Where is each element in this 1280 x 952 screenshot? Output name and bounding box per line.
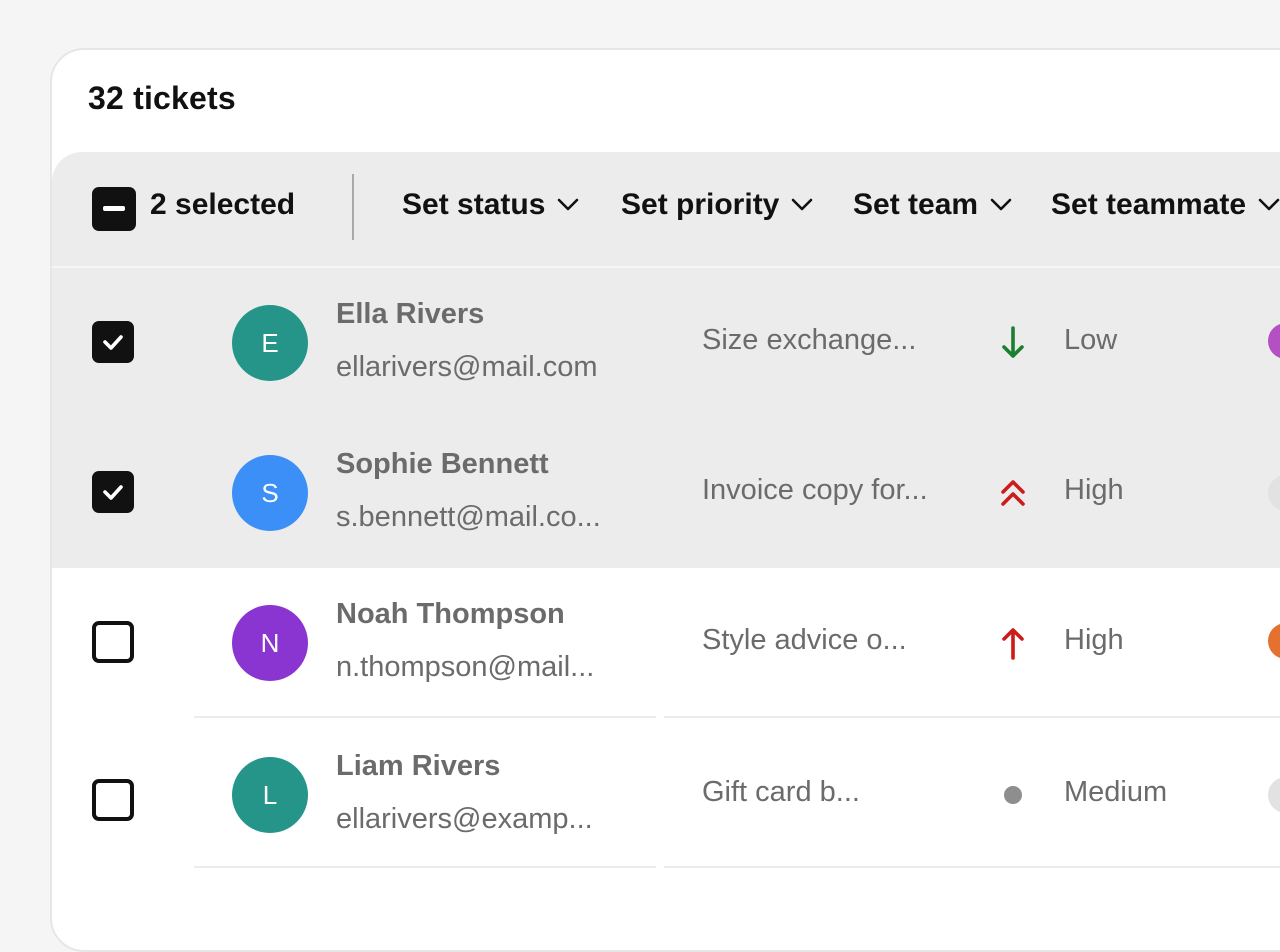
- assignee-avatar: [1268, 323, 1280, 359]
- chevron-down-icon: [792, 198, 813, 211]
- double-chevron-up-icon: [996, 473, 1030, 513]
- set-teammate-label: Set teammate: [1051, 188, 1247, 221]
- set-status-dropdown[interactable]: Set status: [402, 188, 579, 222]
- select-all-checkbox[interactable]: [92, 187, 136, 231]
- toolbar-divider: [352, 174, 354, 240]
- ticket-subject: Invoice copy for...: [702, 474, 928, 506]
- customer-email: s.bennett@mail.co...: [336, 501, 601, 533]
- customer-email: n.thompson@mail...: [336, 651, 595, 683]
- row-divider: [664, 866, 950, 868]
- set-teammate-dropdown[interactable]: Set teammate: [1051, 188, 1280, 222]
- tickets-panel: 32 tickets 2 selected Set status Set pri…: [50, 48, 1280, 952]
- set-team-dropdown[interactable]: Set team: [853, 188, 1012, 222]
- row-checkbox[interactable]: [92, 779, 134, 821]
- ticket-count-title: 32 tickets: [88, 80, 236, 116]
- arrow-up-icon: [996, 623, 1030, 663]
- set-status-label: Set status: [402, 188, 546, 221]
- chevron-down-icon: [990, 198, 1012, 211]
- ticket-subject: Size exchange...: [702, 324, 917, 356]
- customer-name: Liam Rivers: [336, 750, 501, 782]
- avatar: S: [232, 455, 308, 531]
- checkmark-icon: [103, 335, 123, 350]
- row-divider: [950, 866, 1280, 868]
- priority-label: Low: [1064, 324, 1118, 356]
- bulk-action-toolbar: 2 selected Set status Set priority Set t…: [52, 152, 1280, 268]
- customer-name: Ella Rivers: [336, 298, 485, 330]
- chevron-down-icon: [1258, 198, 1280, 211]
- set-priority-label: Set priority: [621, 188, 780, 221]
- minus-icon: [103, 206, 125, 211]
- priority-label: High: [1064, 624, 1124, 656]
- priority-label: High: [1064, 474, 1124, 506]
- avatar: N: [232, 605, 308, 681]
- selected-count: 2 selected: [150, 188, 296, 221]
- chevron-down-icon: [558, 198, 579, 211]
- arrow-down-icon: [996, 323, 1030, 363]
- avatar: L: [232, 757, 308, 833]
- ticket-row[interactable]: N Noah Thompson n.thompson@mail... Style…: [52, 568, 1280, 718]
- priority-label: Medium: [1064, 776, 1168, 808]
- assignee-avatar: [1268, 777, 1280, 813]
- ticket-row[interactable]: E Ella Rivers ellarivers@mail.com Size e…: [52, 268, 1280, 418]
- checkmark-icon: [103, 485, 123, 500]
- ticket-row[interactable]: S Sophie Bennett s.bennett@mail.co... In…: [52, 418, 1280, 568]
- ticket-row[interactable]: L Liam Rivers ellarivers@examp... Gift c…: [52, 718, 1280, 868]
- set-priority-dropdown[interactable]: Set priority: [621, 188, 813, 222]
- customer-name: Noah Thompson: [336, 598, 565, 630]
- set-team-label: Set team: [853, 188, 979, 221]
- assignee-avatar: [1268, 623, 1280, 659]
- assignee-avatar: [1268, 475, 1280, 511]
- row-checkbox[interactable]: [92, 621, 134, 663]
- row-checkbox[interactable]: [92, 321, 134, 363]
- row-divider: [194, 866, 656, 868]
- dot-icon: [996, 775, 1030, 815]
- row-checkbox[interactable]: [92, 471, 134, 513]
- avatar: E: [232, 305, 308, 381]
- ticket-subject: Gift card b...: [702, 776, 860, 808]
- ticket-subject: Style advice o...: [702, 624, 907, 656]
- customer-email: ellarivers@mail.com: [336, 351, 598, 383]
- customer-email: ellarivers@examp...: [336, 803, 593, 835]
- customer-name: Sophie Bennett: [336, 448, 549, 480]
